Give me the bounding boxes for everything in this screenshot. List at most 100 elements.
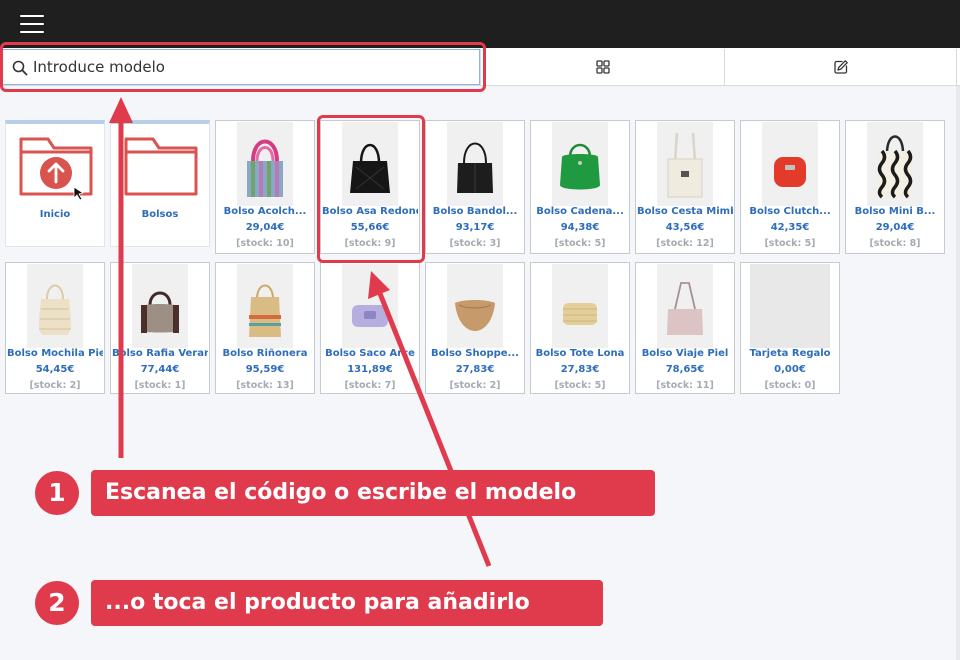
scrollbar[interactable] xyxy=(956,86,960,660)
product-image xyxy=(762,122,818,206)
product-stock: [stock: 10] xyxy=(236,238,294,249)
product-stock: [stock: 0] xyxy=(764,380,816,391)
product-card[interactable]: Tarjeta Regalo 0,00€ [stock: 0] xyxy=(740,262,840,394)
product-stock: [stock: 5] xyxy=(554,380,606,391)
product-card[interactable]: Bolso Cesta Mimb 43,56€ [stock: 12] xyxy=(635,120,735,254)
product-card[interactable]: Bolso Mini B... 29,04€ [stock: 8] xyxy=(845,120,945,254)
step-2-label: ...o toca el producto para añadirlo xyxy=(91,580,603,626)
product-price: 27,83€ xyxy=(455,364,495,375)
grid-icon xyxy=(595,60,610,74)
zigzag-tote-icon xyxy=(877,135,913,199)
product-name: Tarjeta Regalo xyxy=(749,348,831,359)
edit-button[interactable] xyxy=(724,49,957,85)
product-stock: [stock: 2] xyxy=(449,380,501,391)
product-name: Bolso Mini B... xyxy=(854,206,936,217)
product-image xyxy=(552,122,608,206)
product-price: 95,59€ xyxy=(245,364,285,375)
product-stock: [stock: 12] xyxy=(656,238,714,249)
striped-tote-bag-icon xyxy=(247,139,283,197)
crochet-backpack-icon xyxy=(39,284,71,335)
search-icon xyxy=(12,60,28,76)
black-quilted-tote-icon xyxy=(350,143,390,193)
toolbar xyxy=(0,48,960,86)
product-stock: [stock: 5] xyxy=(764,238,816,249)
product-name: Bolso Riñonera xyxy=(222,348,308,359)
tan-hobo-bag-icon xyxy=(455,300,495,331)
product-price: 93,17€ xyxy=(455,222,495,233)
product-image xyxy=(342,122,398,206)
product-name: Bolso Asa Redond xyxy=(322,206,418,217)
product-stock: [stock: 1] xyxy=(134,380,186,391)
product-image xyxy=(657,122,713,206)
product-stock: [stock: 7] xyxy=(344,380,396,391)
product-image xyxy=(27,264,83,348)
step-1-badge: 1 xyxy=(35,471,79,515)
product-card[interactable]: Bolso Viaje Piel 78,65€ [stock: 11] xyxy=(635,262,735,394)
pink-leather-bag-icon xyxy=(667,282,703,335)
product-card[interactable]: Bolso Saco Arce 131,89€ [stock: 7] xyxy=(320,262,420,394)
product-price: 29,04€ xyxy=(875,222,915,233)
search-box[interactable] xyxy=(2,49,480,85)
product-price: 54,45€ xyxy=(35,364,75,375)
product-card[interactable]: Bolso Shoppe... 27,83€ [stock: 2] xyxy=(425,262,525,394)
folder-up-icon xyxy=(19,137,93,200)
product-price: 131,89€ xyxy=(347,364,393,375)
product-stock: [stock: 8] xyxy=(869,238,921,249)
product-card[interactable]: Bolso Bandol... 93,17€ [stock: 3] xyxy=(425,120,525,254)
product-image xyxy=(447,264,503,348)
product-card[interactable]: Bolso Rafia Veran 77,44€ [stock: 1] xyxy=(110,262,210,394)
product-name: Bolso Bandol... xyxy=(432,206,518,217)
product-price: 42,35€ xyxy=(770,222,810,233)
product-image xyxy=(132,264,188,348)
product-stock: [stock: 5] xyxy=(554,238,606,249)
product-image xyxy=(237,264,293,348)
product-price: 77,44€ xyxy=(140,364,180,375)
product-card[interactable]: Bolso Acolch... 29,04€ [stock: 10] xyxy=(215,120,315,254)
product-image-placeholder xyxy=(750,264,830,348)
product-name: Bolso Viaje Piel xyxy=(641,348,729,359)
product-stock: [stock: 13] xyxy=(236,380,294,391)
product-price: 27,83€ xyxy=(560,364,600,375)
black-shoulder-bag-icon xyxy=(457,142,493,193)
product-name: Bolso Saco Arce xyxy=(325,348,415,359)
product-stock: [stock: 9] xyxy=(344,238,396,249)
product-price: 78,65€ xyxy=(665,364,705,375)
product-stock: [stock: 11] xyxy=(656,380,714,391)
product-price: 0,00€ xyxy=(774,364,806,375)
canvas-tote-icon xyxy=(667,132,703,198)
product-price: 55,66€ xyxy=(350,222,390,233)
grid-view-button[interactable] xyxy=(480,49,725,85)
product-stock: [stock: 3] xyxy=(449,238,501,249)
hamburger-menu-icon[interactable] xyxy=(20,13,46,35)
product-image xyxy=(447,122,503,206)
product-card[interactable]: Bolso Cadena... 94,38€ [stock: 5] xyxy=(530,120,630,254)
product-card[interactable]: Bolso Tote Lona 27,83€ [stock: 5] xyxy=(530,262,630,394)
product-card[interactable]: Bolso Riñonera 95,59€ [stock: 13] xyxy=(215,262,315,394)
step-2-badge: 2 xyxy=(35,581,79,625)
product-name: Bolso Cesta Mimb xyxy=(637,206,733,217)
product-image xyxy=(867,122,923,206)
raffia-bag-icon xyxy=(249,284,281,337)
search-input[interactable] xyxy=(33,54,463,80)
product-image xyxy=(552,264,608,348)
product-image xyxy=(657,264,713,348)
product-name: Bolso Mochila Pie xyxy=(7,348,103,359)
folder-label: Inicio xyxy=(39,209,71,220)
folder-icon xyxy=(124,137,198,196)
product-card[interactable]: Bolso Mochila Pie 54,45€ [stock: 2] xyxy=(5,262,105,394)
product-image xyxy=(237,122,293,206)
product-name: Bolso Shoppe... xyxy=(431,348,519,359)
red-clutch-icon xyxy=(774,157,806,187)
product-name: Bolso Tote Lona xyxy=(535,348,625,359)
product-card[interactable]: Bolso Clutch... 42,35€ [stock: 5] xyxy=(740,120,840,254)
product-name: Bolso Cadena... xyxy=(536,206,624,217)
folder-bolsos[interactable]: Bolsos xyxy=(110,120,210,247)
folder-inicio[interactable]: Inicio xyxy=(5,120,105,247)
product-image xyxy=(342,264,398,348)
lilac-mini-bag-icon xyxy=(352,305,388,327)
product-stock: [stock: 2] xyxy=(29,380,81,391)
step-1-label: Escanea el código o escribe el modelo xyxy=(91,470,655,516)
weekender-bag-icon xyxy=(141,291,179,333)
product-name: Bolso Clutch... xyxy=(749,206,831,217)
product-card[interactable]: Bolso Asa Redond 55,66€ [stock: 9] xyxy=(320,120,420,254)
